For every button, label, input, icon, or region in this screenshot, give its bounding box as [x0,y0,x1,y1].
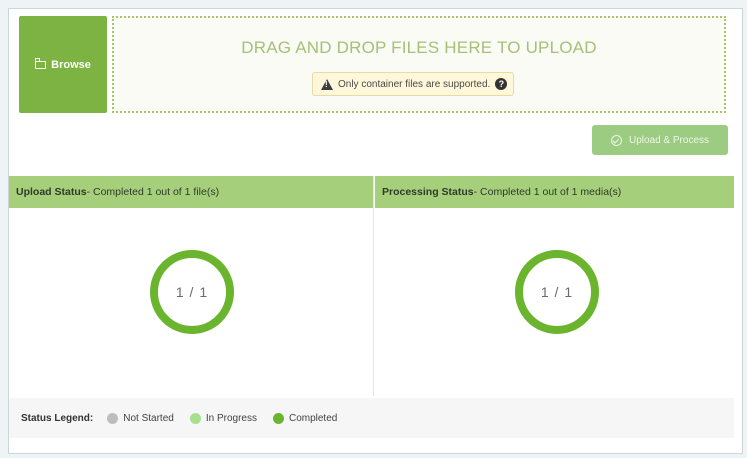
processing-progress-ring: 1 / 1 [515,250,599,334]
completed-dot-icon [272,412,284,424]
legend-item-completed: Completed [272,412,338,424]
legend-label: Completed [288,412,338,424]
legend-label: In Progress [205,412,257,424]
processing-ring-text: 1 / 1 [540,284,574,300]
upload-ring-text: 1 / 1 [175,284,209,300]
legend-item-in-progress: In Progress [189,412,257,424]
legend-item-not-started: Not Started [107,412,174,424]
upload-status-panel: Upload Status - Completed 1 out of 1 fil… [9,176,374,396]
warning-note: Only container files are supported. ? [312,72,515,96]
upload-status-title: Upload Status [16,186,87,198]
browse-button[interactable]: Browse [19,16,107,113]
warning-icon [321,78,333,90]
processing-status-panel: Processing Status - Completed 1 out of 1… [375,176,734,396]
drop-zone[interactable]: DRAG AND DROP FILES HERE TO UPLOAD Only … [112,16,726,113]
processing-status-detail: - Completed 1 out of 1 media(s) [473,186,622,198]
check-circle-icon [610,134,622,146]
upload-process-label: Upload & Process [628,134,710,146]
processing-status-header: Processing Status - Completed 1 out of 1… [375,176,734,208]
status-legend: Status Legend: Not Started In Progress C… [9,398,734,438]
upload-process-button[interactable]: Upload & Process [592,125,728,155]
in-progress-dot-icon [189,412,201,424]
browse-label: Browse [51,58,91,71]
warning-text: Only container files are supported. [338,78,491,90]
legend-title: Status Legend: [21,412,94,424]
dropzone-text: DRAG AND DROP FILES HERE TO UPLOAD [241,38,597,57]
upload-progress-ring: 1 / 1 [150,250,234,334]
help-icon[interactable]: ? [495,78,508,90]
upload-status-header: Upload Status - Completed 1 out of 1 fil… [9,176,373,208]
processing-status-title: Processing Status [382,186,474,198]
legend-label: Not Started [123,412,174,424]
upload-status-detail: - Completed 1 out of 1 file(s) [86,186,220,198]
folder-icon [34,57,47,69]
not-started-dot-icon [107,412,119,424]
